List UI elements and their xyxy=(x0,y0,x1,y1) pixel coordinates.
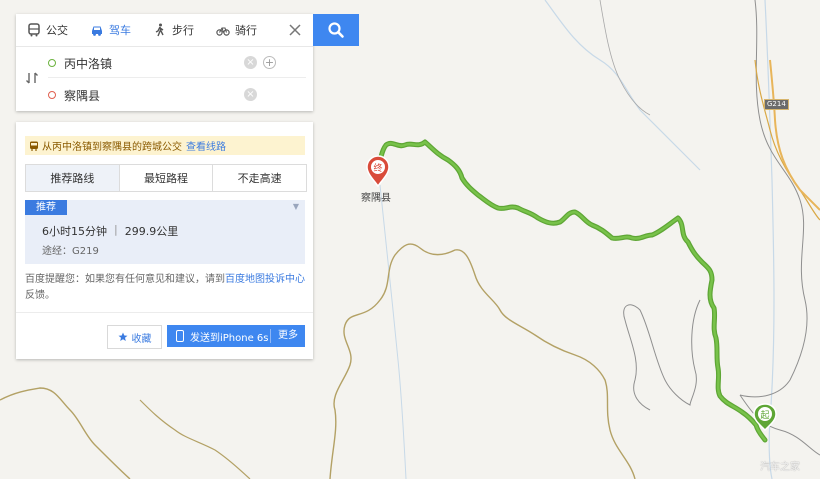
province-border xyxy=(754,59,820,221)
start-marker-label: 起 xyxy=(760,410,769,421)
plan-summary: 6小时15分钟 | 299.9公里 xyxy=(42,223,178,239)
tab-bus[interactable]: 公交 xyxy=(16,14,79,46)
tab-drive[interactable]: 驾车 xyxy=(79,14,142,46)
walk-icon xyxy=(155,23,164,37)
destination-dot-icon xyxy=(48,91,56,99)
place-label-chayu: 察隅县 xyxy=(361,193,391,204)
notice-text: 从丙中洛镇到察隅县的跨城公交 xyxy=(42,142,182,153)
destination-input[interactable] xyxy=(64,88,249,102)
favorite-label: 收藏 xyxy=(131,333,152,345)
county-border xyxy=(739,394,820,456)
complaint-center-link[interactable]: 百度地图投诉中心 xyxy=(225,274,305,285)
star-icon xyxy=(118,332,127,341)
bicycle-icon xyxy=(216,27,230,36)
add-waypoint-icon[interactable]: + xyxy=(263,56,276,69)
send-to-phone-button[interactable]: 发送到iPhone 6s 更多 xyxy=(167,325,305,347)
route-plan-card[interactable]: 推荐 ▼ 6小时15分钟 | 299.9公里 途经：G219 xyxy=(25,200,305,264)
tab-bus-label: 公交 xyxy=(46,24,68,37)
tab-drive-label: 驾车 xyxy=(109,24,131,37)
tab-walk[interactable]: 步行 xyxy=(142,14,205,46)
tab-walk-label: 步行 xyxy=(172,24,194,37)
clear-origin-icon[interactable]: × xyxy=(244,56,257,69)
option-no-highway[interactable]: 不走高速 xyxy=(212,165,307,191)
tab-cycle-label: 骑行 xyxy=(235,24,257,37)
route-options: 推荐路线 最短路程 不走高速 xyxy=(25,164,307,192)
route-search-panel: 公交 驾车 步行 骑行 × + × xyxy=(16,14,313,111)
feedback-tip: 百度提醒您：如果您有任何意见和建议，请到百度地图投诉中心反馈。 xyxy=(25,272,307,304)
car-icon xyxy=(92,26,102,36)
recommended-tag: 推荐 xyxy=(25,200,67,215)
favorite-button[interactable]: 收藏 xyxy=(107,325,162,349)
origin-input[interactable] xyxy=(64,56,249,70)
destination-row: × xyxy=(48,81,306,109)
send-label: 发送到iPhone 6s xyxy=(190,332,269,344)
plan-via: 途经：G219 xyxy=(42,246,99,257)
collapse-caret-icon[interactable]: ▼ xyxy=(293,202,299,211)
view-bus-route-link[interactable]: 查看线路 xyxy=(186,138,226,153)
route-result-panel: 从丙中洛镇到察隅县的跨城公交 查看线路 推荐路线 最短路程 不走高速 推荐 ▼ … xyxy=(16,122,313,359)
road-shield-g214: G214 xyxy=(764,99,789,110)
swap-icon[interactable] xyxy=(25,71,39,85)
notice-bus-icon xyxy=(30,141,38,151)
search-icon xyxy=(328,22,344,38)
end-marker[interactable]: 终 xyxy=(366,155,390,188)
intercity-bus-notice: 从丙中洛镇到察隅县的跨城公交 查看线路 xyxy=(25,136,305,155)
end-marker-label: 终 xyxy=(373,162,382,174)
divider xyxy=(16,312,313,313)
province-border xyxy=(139,399,251,479)
origin-dot-icon xyxy=(48,59,56,67)
driving-route xyxy=(375,139,768,443)
tip-prefix: 百度提醒您：如果您有任何意见和建议，请到 xyxy=(25,274,225,285)
province-border xyxy=(329,243,636,479)
phone-icon xyxy=(176,330,184,342)
river xyxy=(379,184,407,479)
tab-cycle[interactable]: 骑行 xyxy=(205,14,268,46)
plan-duration: 6小时15分钟 xyxy=(42,225,107,238)
tip-suffix: 反馈。 xyxy=(25,290,55,301)
mode-tabs: 公交 驾车 步行 骑行 xyxy=(16,14,313,47)
origin-row: × + xyxy=(48,49,306,78)
county-border xyxy=(623,299,701,411)
province-border xyxy=(0,387,131,479)
plan-distance: 299.9公里 xyxy=(124,225,179,238)
clear-destination-icon[interactable]: × xyxy=(244,88,257,101)
option-recommended[interactable]: 推荐路线 xyxy=(26,165,119,191)
option-shortest[interactable]: 最短路程 xyxy=(118,165,213,191)
close-icon[interactable] xyxy=(288,23,302,37)
search-button[interactable] xyxy=(313,14,359,46)
bus-icon xyxy=(28,23,40,37)
summary-separator: | xyxy=(114,223,118,236)
watermark: 汽车之家 xyxy=(760,462,800,473)
more-button[interactable]: 更多 xyxy=(270,329,305,343)
county-border xyxy=(599,0,651,116)
